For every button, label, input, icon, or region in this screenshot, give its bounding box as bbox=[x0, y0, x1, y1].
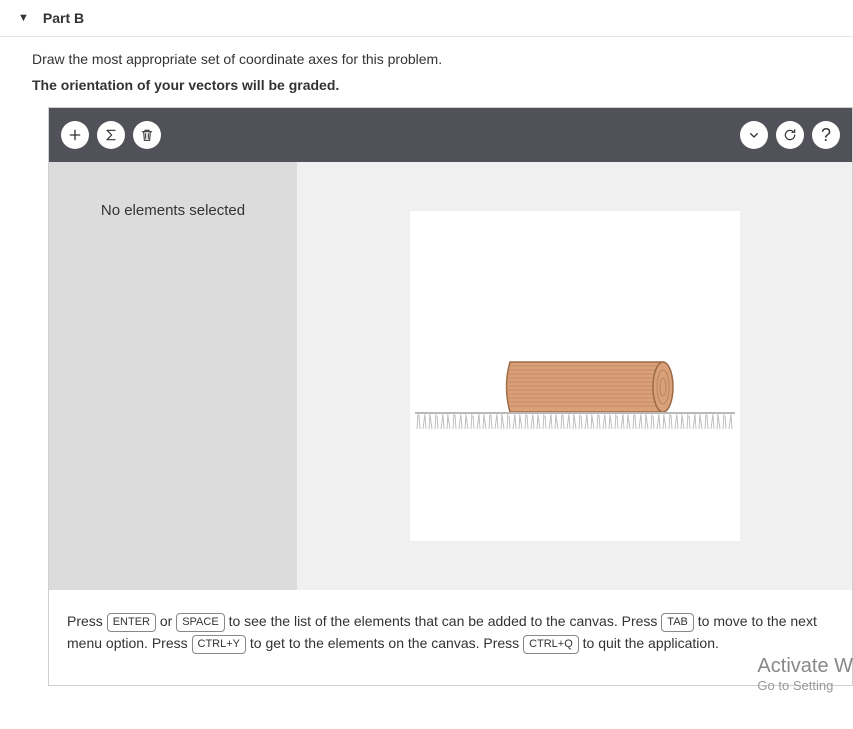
help-button[interactable]: ? bbox=[812, 121, 840, 149]
dropdown-button[interactable] bbox=[740, 121, 768, 149]
canvas-area[interactable] bbox=[297, 162, 852, 590]
toolbar: ? bbox=[49, 108, 852, 162]
problem-figure bbox=[415, 316, 735, 436]
drawing-widget: ? No elements selected bbox=[48, 107, 853, 686]
section-header[interactable]: ▼ Part B bbox=[0, 0, 853, 37]
log-icon bbox=[506, 362, 673, 412]
workspace: No elements selected bbox=[49, 162, 852, 590]
trash-icon bbox=[139, 127, 155, 143]
delete-button[interactable] bbox=[133, 121, 161, 149]
reset-button[interactable] bbox=[776, 121, 804, 149]
instruction-text: Draw the most appropriate set of coordin… bbox=[0, 37, 853, 71]
section-title: Part B bbox=[43, 10, 84, 26]
instruction-bold: The orientation of your vectors will be … bbox=[0, 71, 853, 107]
help-icon: ? bbox=[821, 125, 831, 146]
kbd-ctrlq: CTRL+Q bbox=[523, 635, 579, 655]
collapse-caret-icon[interactable]: ▼ bbox=[18, 12, 29, 24]
sigma-icon bbox=[103, 127, 119, 143]
selection-status: No elements selected bbox=[67, 202, 279, 219]
sum-button[interactable] bbox=[97, 121, 125, 149]
kbd-ctrly: CTRL+Y bbox=[192, 635, 247, 655]
kbd-tab: TAB bbox=[661, 613, 694, 633]
grass-icon bbox=[415, 412, 735, 429]
reset-icon bbox=[782, 127, 798, 143]
plus-icon bbox=[67, 127, 83, 143]
kbd-space: SPACE bbox=[176, 613, 224, 633]
chevron-down-icon bbox=[746, 127, 762, 143]
selection-panel: No elements selected bbox=[49, 162, 297, 590]
add-button[interactable] bbox=[61, 121, 89, 149]
keyboard-help-text: Press ENTER or SPACE to see the list of … bbox=[49, 590, 852, 685]
canvas[interactable] bbox=[410, 211, 740, 541]
kbd-enter: ENTER bbox=[107, 613, 156, 633]
